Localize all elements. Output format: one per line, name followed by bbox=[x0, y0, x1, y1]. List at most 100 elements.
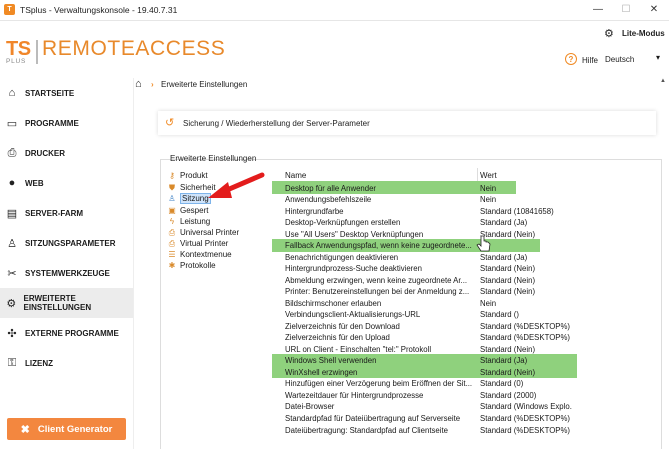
sidebar-item-erweiterte-einstellungen[interactable]: ⚙ ERWEITERTE EINSTELLUNGEN bbox=[0, 288, 133, 318]
sidebar-item-sitzungsparameter[interactable]: ♙ SITZUNGSPARAMETER bbox=[0, 228, 133, 258]
table-row[interactable]: Fallback Anwendungspfad, wenn keine zuge… bbox=[272, 240, 657, 251]
scroll-up-icon[interactable]: ▲ bbox=[660, 78, 666, 84]
sidebar-item-startseite[interactable]: ⌂ STARTSEITE bbox=[0, 78, 133, 108]
wrench-icon: ✖ bbox=[20, 423, 30, 436]
sidebar-item-server-farm[interactable]: ▤ SERVER-FARM bbox=[0, 198, 133, 228]
tree-item-label: Virtual Printer bbox=[180, 239, 229, 248]
shield-icon: ⛊ bbox=[169, 182, 175, 192]
column-header-value[interactable]: Wert bbox=[480, 171, 497, 180]
table-row[interactable]: Standardpfad für Dateiübertragung auf Se… bbox=[272, 413, 657, 424]
table-row[interactable]: Desktop für alle Anwender Nein bbox=[272, 183, 657, 194]
row-value: Standard (Ja) bbox=[480, 218, 528, 227]
row-value: Standard (%DESKTOP%) bbox=[480, 414, 570, 423]
tree-item-label: Produkt bbox=[180, 171, 208, 180]
row-value: Standard (0) bbox=[480, 379, 524, 388]
row-value: Nein bbox=[480, 184, 497, 193]
table-row[interactable]: Use "All Users" Desktop Verknüpfungen Sta… bbox=[272, 229, 657, 240]
row-name: Hintergrundfarbe bbox=[285, 207, 344, 216]
tree-item-kontextmenue[interactable]: ☰ Kontextmenue bbox=[167, 249, 231, 260]
help-link[interactable]: Hilfe bbox=[582, 56, 598, 65]
sidebar-item-label: SERVER-FARM bbox=[25, 208, 84, 218]
table-row[interactable]: Benachrichtigungen deaktivieren Standard … bbox=[272, 252, 657, 263]
chevron-down-icon[interactable]: ▾ bbox=[656, 53, 660, 62]
globe-icon: ● bbox=[8, 177, 16, 189]
table-row[interactable]: WinXshell erzwingen Standard (Nein) bbox=[272, 367, 657, 378]
home-icon: ⌂ bbox=[8, 87, 16, 99]
row-value: Standard (%DESKTOP%) bbox=[480, 333, 570, 342]
printer-icon: ⎙ bbox=[7, 146, 17, 159]
sidebar-item-externe-programme[interactable]: ✣ EXTERNE PROGRAMME bbox=[0, 318, 133, 348]
row-value: Nein bbox=[480, 299, 497, 308]
home-icon[interactable]: ⌂ bbox=[135, 78, 142, 90]
sidebar-item-label: PROGRAMME bbox=[25, 118, 79, 128]
user-icon: ♙ bbox=[168, 194, 176, 203]
maximize-button[interactable]: ☐ bbox=[613, 2, 639, 18]
lite-mode-button[interactable]: Lite-Modus bbox=[622, 29, 665, 38]
row-name: Standardpfad für Dateiübertragung auf Se… bbox=[285, 414, 461, 423]
table-row[interactable]: Hintergrundprozess-Suche deaktivieren Sta… bbox=[272, 263, 657, 274]
sidebar-item-label: DRUCKER bbox=[25, 148, 65, 158]
table-row[interactable]: Windows Shell verwenden Standard (Ja) bbox=[272, 355, 657, 366]
table-row[interactable]: Datei-Browser Standard (Windows Explo... bbox=[272, 401, 657, 412]
table-row[interactable]: Wartezeitdauer für Hintergrundprozesse St… bbox=[272, 390, 657, 401]
row-value: Nein bbox=[480, 195, 497, 204]
tree-item-protokolle[interactable]: ✱ Protokolle bbox=[167, 260, 216, 271]
row-name: Zielverzeichnis für den Upload bbox=[285, 333, 390, 342]
backup-restore-link[interactable]: Sicherung / Wiederherstellung der Server… bbox=[183, 119, 370, 128]
table-row[interactable]: Desktop-Verknüpfungen erstellen Standard … bbox=[272, 217, 657, 228]
printer-icon: ⎙ bbox=[168, 227, 176, 237]
table-row[interactable]: Dateiübertragung: Standardpfad auf Clien… bbox=[272, 425, 657, 436]
sidebar: ⌂ STARTSEITE ▭ PROGRAMME ⎙ DRUCKER ● WEB… bbox=[0, 78, 134, 449]
sidebar-item-label: WEB bbox=[25, 178, 44, 188]
row-name: WinXshell erzwingen bbox=[285, 368, 358, 377]
column-header-name[interactable]: Name bbox=[285, 171, 306, 180]
tree-item-sitzung[interactable]: ♙ Sitzung bbox=[167, 193, 211, 204]
table-row[interactable]: Bildschirmschoner erlauben Nein bbox=[272, 298, 657, 309]
row-value: Standard (Nein) bbox=[480, 345, 536, 354]
server-icon: ▤ bbox=[6, 207, 18, 220]
app-icon: T bbox=[4, 4, 15, 15]
tree-item-universal-printer[interactable]: ⎙ Universal Printer bbox=[167, 227, 239, 238]
lite-mode-icon[interactable]: ⚙ bbox=[604, 27, 614, 40]
table-row[interactable]: Printer: Benutzereinstellungen bei der A… bbox=[272, 286, 657, 297]
row-value: Standard (Nein) bbox=[480, 264, 536, 273]
help-icon[interactable]: ? bbox=[565, 53, 577, 65]
table-row[interactable]: Hintergrundfarbe Standard (10841658) bbox=[272, 206, 657, 217]
sidebar-item-drucker[interactable]: ⎙ DRUCKER bbox=[0, 138, 133, 168]
column-divider[interactable] bbox=[477, 168, 478, 181]
table-row[interactable]: Zielverzeichnis für den Upload Standard (… bbox=[272, 332, 657, 343]
tree-item-gespert[interactable]: ▣ Gespert bbox=[167, 205, 208, 216]
row-value: Standard (%DESKTOP%) bbox=[480, 426, 570, 435]
row-name: Printer: Benutzereinstellungen bei der A… bbox=[285, 287, 470, 296]
logo-plus: PLUS bbox=[6, 58, 27, 65]
table-row[interactable]: Anwendungsbefehlszeile Nein bbox=[272, 194, 657, 205]
sidebar-item-web[interactable]: ● WEB bbox=[0, 168, 133, 198]
table-row[interactable]: Abmeldung erzwingen, wenn keine zugeordn… bbox=[272, 275, 657, 286]
table-row[interactable]: Verbindungsclient-Aktualisierungs-URL Sta… bbox=[272, 309, 657, 320]
row-name: Fallback Anwendungspfad, wenn keine zuge… bbox=[285, 241, 472, 250]
tree-item-produkt[interactable]: ⚷ Produkt bbox=[167, 170, 208, 181]
minimize-button[interactable]: — bbox=[585, 2, 611, 18]
tree-item-leistung[interactable]: ϟ Leistung bbox=[167, 216, 210, 227]
row-name: Windows Shell verwenden bbox=[285, 356, 377, 365]
table-row[interactable]: URL on Client - Einschalten "tel:" Proto… bbox=[272, 344, 657, 355]
key-icon: ⚷ bbox=[169, 171, 175, 180]
table-row[interactable]: Hinzufügen einer Verzögerung beim Eröffn… bbox=[272, 378, 657, 389]
tree-item-virtual-printer[interactable]: ⎙ Virtual Printer bbox=[167, 238, 229, 249]
printer-icon: ⎙ bbox=[168, 238, 176, 248]
client-generator-button[interactable]: ✖ Client Generator bbox=[7, 418, 126, 440]
row-name: Verbindungsclient-Aktualisierungs-URL bbox=[285, 310, 421, 319]
window-title: TSplus - Verwaltungskonsole - 19.40.7.31 bbox=[20, 5, 178, 15]
table-row[interactable]: Zielverzeichnis für den Download Standard… bbox=[272, 321, 657, 332]
close-button[interactable]: ✕ bbox=[641, 2, 667, 18]
sidebar-item-lizenz[interactable]: ⚿ LIZENZ bbox=[0, 348, 133, 378]
row-value: Standard (Nein) bbox=[480, 287, 536, 296]
tree-item-label: Gespert bbox=[180, 206, 209, 215]
row-name: Wartezeitdauer für Hintergrundprozesse bbox=[285, 391, 424, 400]
row-name: Dateiübertragung: Standardpfad auf Clien… bbox=[285, 426, 448, 435]
tree-item-sicherheit[interactable]: ⛊ Sicherheit bbox=[167, 182, 216, 193]
sidebar-item-systemwerkzeuge[interactable]: ✂ SYSTEMWERKZEUGE bbox=[0, 258, 133, 288]
sidebar-item-programme[interactable]: ▭ PROGRAMME bbox=[0, 108, 133, 138]
sidebar-item-label: ERWEITERTE EINSTELLUNGEN bbox=[23, 294, 92, 312]
bolt-icon: ϟ bbox=[169, 217, 175, 226]
